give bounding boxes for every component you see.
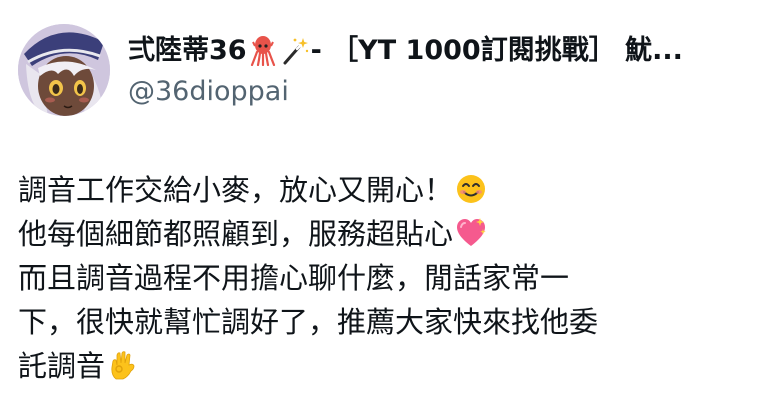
ok-hand-icon [107, 349, 139, 381]
tweet-line-text: 調音工作交給小麥，放心又開心！ [18, 173, 454, 207]
tweet-line-text: 他每個細節都照顧到，服務超貼心 [18, 217, 454, 251]
display-name-suffix[interactable]: - ［YT 1000訂閱挑戰］ 魷... [311, 30, 683, 72]
smiling-face-icon [455, 173, 487, 205]
tweet-line: 他每個細節都照顧到，服務超貼心 [18, 212, 758, 256]
magic-wand-icon [281, 36, 309, 66]
user-info: 弍陸蒂36 - ［YT 1000訂閱挑戰］ 魷... @36dioppai [128, 30, 752, 110]
tweet-card: 弍陸蒂36 - ［YT 1000訂閱挑戰］ 魷... @36dioppai 調音… [0, 0, 768, 419]
user-handle[interactable]: @36dioppai [128, 74, 752, 110]
tweet-text: 調音工作交給小麥，放心又開心！ 他每個細節都照顧到，服務超貼心 而且調音過程不用… [18, 168, 758, 388]
tweet-line-text: 託調音 [18, 349, 106, 383]
avatar-image [18, 24, 110, 116]
display-name[interactable]: 弍陸蒂36 [128, 30, 247, 72]
squid-icon [249, 36, 277, 66]
tweet-line-text: 下，很快就幫忙調好了，推薦大家快來找他委 [18, 305, 599, 339]
tweet-line: 調音工作交給小麥，放心又開心！ [18, 168, 758, 212]
tweet-line: 而且調音過程不用擔心聊什麼，閒話家常一 [18, 256, 758, 300]
tweet-line: 託調音 [18, 344, 758, 388]
tweet-line-text: 而且調音過程不用擔心聊什麼，閒話家常一 [18, 261, 570, 295]
sparkling-heart-icon [455, 217, 487, 249]
avatar[interactable] [18, 24, 110, 116]
tweet-line: 下，很快就幫忙調好了，推薦大家快來找他委 [18, 300, 758, 344]
display-name-line[interactable]: 弍陸蒂36 - ［YT 1000訂閱挑戰］ 魷... [128, 30, 752, 72]
